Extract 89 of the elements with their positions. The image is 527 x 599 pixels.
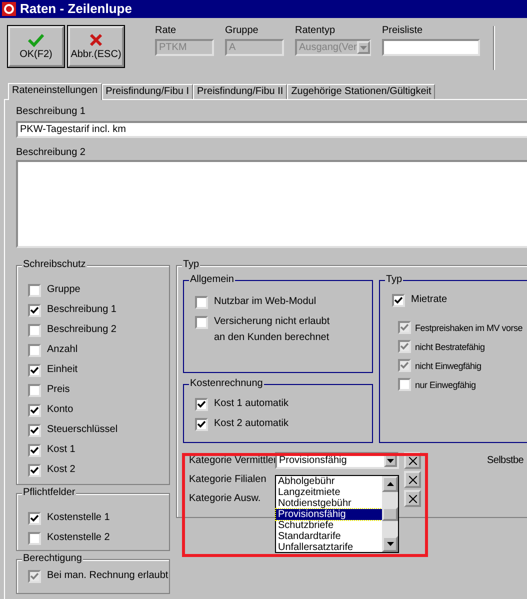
clear-button[interactable] (404, 471, 421, 488)
tab[interactable]: Preisfindung/Fibu II (193, 84, 288, 99)
cross-icon (89, 32, 103, 46)
caret-icon (387, 458, 394, 462)
tab[interactable]: Preisfindung/Fibu I (102, 84, 194, 99)
field-label: Kategorie Ausw. (189, 492, 262, 504)
checkbox[interactable] (195, 316, 208, 328)
close-icon (408, 494, 416, 502)
checkbox-label: Gruppe (47, 284, 80, 296)
checkbox[interactable] (28, 464, 41, 476)
field-label: Rate (155, 26, 178, 36)
close-icon (408, 476, 416, 484)
checkbox-label: Beschreibung 1 (47, 304, 116, 316)
checkbox[interactable] (28, 444, 41, 456)
checkbox[interactable] (28, 404, 41, 416)
checkbox-label: Bei man. Rechnung erlaubt (47, 570, 168, 582)
field-label: Gruppe (225, 26, 260, 36)
down-arrow-icon (386, 542, 394, 546)
up-arrow-icon (386, 482, 394, 486)
field-label: Ratentyp (295, 26, 336, 36)
checkbox[interactable] (195, 296, 208, 308)
checkbox-label: Beschreibung 2 (47, 324, 116, 336)
dropdown-option[interactable]: Unfallersatztarife (276, 542, 382, 553)
dropdown-option[interactable]: Langzeitmiete (276, 487, 382, 498)
group-title: Allgemein (189, 274, 235, 286)
checkbox[interactable] (28, 384, 41, 396)
dropdown-option[interactable]: Notdienstgebühr (276, 498, 382, 509)
checkmark-icon (28, 32, 44, 46)
checkbox-label: Anzahl (47, 344, 78, 356)
field-label: Kategorie Filialen (189, 474, 268, 486)
group-title: Typ (182, 259, 200, 271)
tab[interactable]: Zugehörige Stationen/Gültigkeit (287, 84, 436, 99)
field-label: Kategorie Vermittler (189, 454, 275, 466)
checkbox-label: Kost 2 automatik (214, 418, 288, 430)
clear-button[interactable] (404, 490, 421, 507)
checkbox[interactable] (28, 304, 41, 316)
dropdown-option[interactable]: Provisionsfähig (276, 509, 382, 520)
checkbox-label: Kostenstelle 2 (47, 532, 110, 544)
dropdown-option[interactable]: Schutzbriefe (276, 520, 382, 531)
checkbox-label: Kost 2 (47, 464, 76, 476)
checkbox-label: Kost 1 (47, 444, 76, 456)
toolbar-button[interactable]: Abbr.(ESC) (68, 26, 124, 67)
scroll-down-button[interactable] (382, 536, 398, 552)
caret-icon (360, 46, 367, 50)
field-label: Preisliste (382, 26, 424, 36)
checkbox-label: Kost 1 automatik (214, 398, 288, 410)
field-label: Beschreibung 2 (16, 147, 86, 159)
checkbox[interactable] (28, 532, 41, 544)
checkbox-label: Kostenstelle 1 (47, 512, 110, 524)
checkbox-label: Festpreishaken im MV vorse (415, 322, 523, 334)
checkbox-label: Konto (47, 404, 74, 416)
input-field[interactable] (382, 39, 480, 56)
checkbox-label: Nutzbar im Web-Modul (214, 296, 316, 308)
group-title: Typ (385, 274, 404, 286)
checkbox-label: Mietrate (411, 294, 448, 306)
checkbox-note: an den Kunden berechnet (214, 332, 330, 344)
checkbox[interactable] (195, 418, 208, 430)
input-field[interactable]: PKW-Tagestarif incl. km (16, 121, 527, 138)
checkbox-label: nicht Bestratefähig (415, 340, 485, 352)
group-title: Kostenrechnung (189, 378, 264, 390)
window-title: Raten - Zeilenlupe (20, 3, 132, 15)
dropdown-option[interactable]: Abholgebühr (276, 476, 382, 487)
checkbox[interactable] (28, 424, 41, 436)
checkbox-label: Versicherung nicht erlaubt (214, 316, 330, 328)
scroll-up-button[interactable] (382, 476, 398, 492)
scrollbar[interactable] (382, 476, 398, 552)
toolbar-button[interactable]: OK(F2) (8, 26, 64, 67)
app-icon (2, 2, 16, 16)
checkbox[interactable] (28, 512, 41, 524)
tab[interactable]: Rateneinstellungen (8, 83, 102, 100)
checkbox-label: Einheit (47, 364, 78, 376)
checkbox[interactable] (28, 344, 41, 356)
checkbox-label: nur Einwegfähig (415, 378, 476, 390)
checkbox-label: Preis (47, 384, 70, 396)
group-title: Berechtigung (22, 553, 83, 565)
scrollbar-thumb[interactable] (382, 507, 398, 521)
checkbox[interactable] (28, 364, 41, 376)
checkbox[interactable] (195, 398, 208, 410)
field-label: Selbstbe (487, 454, 524, 466)
checkbox-label: Steuerschlüssel (47, 424, 118, 436)
checkbox[interactable] (28, 284, 41, 296)
checkbox-label: nicht Einwegfähig (415, 360, 482, 372)
checkbox[interactable] (392, 294, 405, 306)
dropdown-option[interactable]: Standardtarife (276, 531, 382, 542)
checkbox[interactable] (398, 378, 411, 391)
close-icon (408, 456, 416, 464)
field-label: Beschreibung 1 (16, 106, 86, 118)
checkbox[interactable] (28, 324, 41, 336)
text-area[interactable] (16, 160, 527, 248)
